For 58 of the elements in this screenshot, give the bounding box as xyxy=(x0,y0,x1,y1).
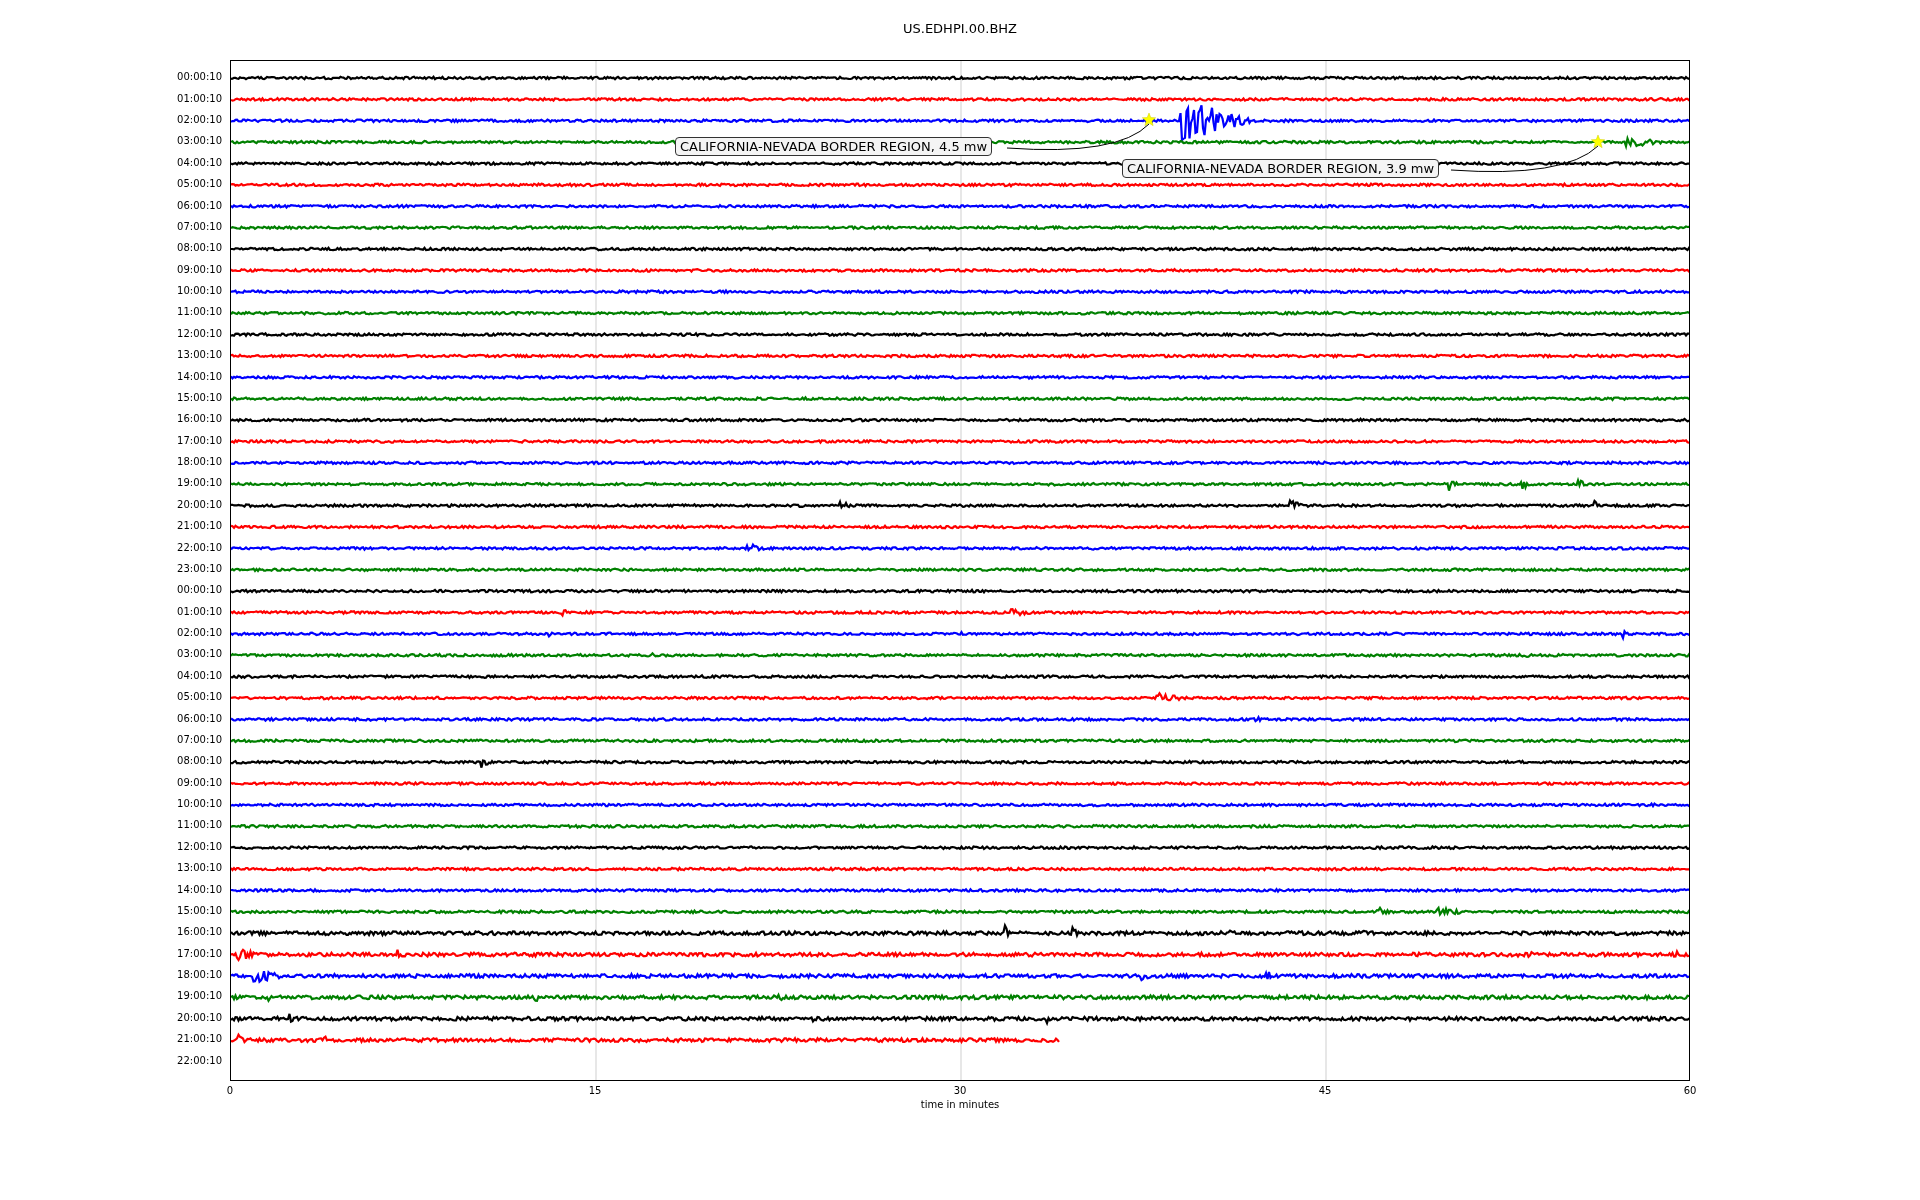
y-axis-label: 19:00:10 xyxy=(176,989,222,1004)
y-axis-label: 22:00:10 xyxy=(176,1053,222,1068)
y-axis-label: 14:00:10 xyxy=(176,882,222,897)
x-axis-tick-label: 30 xyxy=(952,1085,968,1096)
y-axis-label: 03:00:10 xyxy=(176,134,222,149)
y-axis-label: 17:00:10 xyxy=(176,946,222,961)
event-annotation: CALIFORNIA-NEVADA BORDER REGION, 4.5 mw xyxy=(675,137,993,156)
y-axis-label: 03:00:10 xyxy=(176,647,222,662)
star-icon xyxy=(1142,112,1156,126)
y-axis-label: 07:00:10 xyxy=(176,732,222,747)
y-axis-label: 21:00:10 xyxy=(176,519,222,534)
event-annotation: CALIFORNIA-NEVADA BORDER REGION, 3.9 mw xyxy=(1122,159,1440,178)
y-axis-label: 15:00:10 xyxy=(176,903,222,918)
y-axis-label: 18:00:10 xyxy=(176,455,222,470)
y-axis-label: 19:00:10 xyxy=(176,476,222,491)
y-axis-label: 21:00:10 xyxy=(176,1032,222,1047)
y-axis-label: 23:00:10 xyxy=(176,561,222,576)
y-axis-label: 18:00:10 xyxy=(176,968,222,983)
y-axis-label: 04:00:10 xyxy=(176,155,222,170)
x-axis-tick-label: 15 xyxy=(587,1085,603,1096)
y-axis-label: 11:00:10 xyxy=(176,818,222,833)
y-axis-label: 16:00:10 xyxy=(176,925,222,940)
star-icon xyxy=(1591,134,1605,148)
y-axis-label: 04:00:10 xyxy=(176,668,222,683)
x-axis-tick-label: 0 xyxy=(225,1085,235,1096)
y-axis-label: 12:00:10 xyxy=(176,839,222,854)
y-axis-label: 01:00:10 xyxy=(176,604,222,619)
y-axis-label: 20:00:10 xyxy=(176,497,222,512)
y-axis-label: 09:00:10 xyxy=(176,262,222,277)
y-axis-label: 02:00:10 xyxy=(176,113,222,128)
y-axis-label: 05:00:10 xyxy=(176,177,222,192)
y-axis-label: 12:00:10 xyxy=(176,326,222,341)
y-axis-label: 10:00:10 xyxy=(176,797,222,812)
y-axis-label: 15:00:10 xyxy=(176,390,222,405)
y-axis-label: 14:00:10 xyxy=(176,369,222,384)
y-axis-label: 09:00:10 xyxy=(176,775,222,790)
y-axis-label: 08:00:10 xyxy=(176,754,222,769)
x-axis-tick-label: 60 xyxy=(1682,1085,1698,1096)
y-axis-label: 01:00:10 xyxy=(176,91,222,106)
x-axis-label: time in minutes xyxy=(919,1099,1001,1110)
y-axis-label: 13:00:10 xyxy=(176,348,222,363)
y-axis-label: 05:00:10 xyxy=(176,690,222,705)
y-axis-label: 00:00:10 xyxy=(176,583,222,598)
y-axis-label: 20:00:10 xyxy=(176,1010,222,1025)
y-axis-label: 11:00:10 xyxy=(176,305,222,320)
y-axis-label: 17:00:10 xyxy=(176,433,222,448)
y-axis-label: 06:00:10 xyxy=(176,198,222,213)
y-axis-label: 22:00:10 xyxy=(176,540,222,555)
y-axis-label: 16:00:10 xyxy=(176,412,222,427)
chart-title: US.EDHPI.00.BHZ xyxy=(902,21,1018,36)
y-axis-label: 00:00:10 xyxy=(176,70,222,85)
y-axis-label: 08:00:10 xyxy=(176,241,222,256)
y-axis-label: 07:00:10 xyxy=(176,219,222,234)
y-axis-label: 06:00:10 xyxy=(176,711,222,726)
y-axis-label: 02:00:10 xyxy=(176,626,222,641)
x-axis-tick-label: 45 xyxy=(1317,1085,1333,1096)
y-axis-label: 13:00:10 xyxy=(176,861,222,876)
y-axis-label: 10:00:10 xyxy=(176,284,222,299)
